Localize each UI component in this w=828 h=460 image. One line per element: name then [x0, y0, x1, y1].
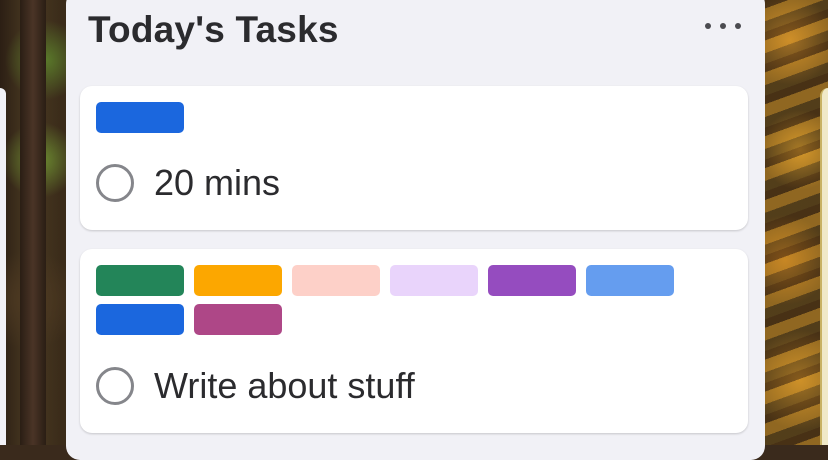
card-label — [390, 265, 478, 296]
ellipsis-icon — [705, 23, 711, 29]
complete-checkbox[interactable] — [96, 367, 134, 405]
card[interactable]: 20 mins — [80, 86, 748, 230]
card-label — [96, 102, 184, 133]
card-labels — [96, 265, 696, 335]
card-label — [194, 265, 282, 296]
card-label — [292, 265, 380, 296]
card[interactable]: Write about stuff — [80, 249, 748, 433]
card-label — [96, 304, 184, 335]
complete-checkbox[interactable] — [96, 164, 134, 202]
card-label — [96, 265, 184, 296]
card-label — [194, 304, 282, 335]
next-list-edge — [820, 88, 828, 445]
card-label — [586, 265, 674, 296]
card-labels — [96, 102, 696, 133]
card-title: Write about stuff — [154, 365, 415, 406]
card-label — [488, 265, 576, 296]
list-more-options-button[interactable] — [703, 14, 743, 38]
ellipsis-icon — [720, 23, 726, 29]
card-title: 20 mins — [154, 162, 281, 203]
previous-list-edge — [0, 88, 6, 445]
list-column: Today's Tasks 20 mins Write about stuff — [66, 0, 765, 460]
list-title[interactable]: Today's Tasks — [88, 9, 339, 51]
card-title-row: 20 mins — [96, 162, 280, 204]
card-title-row: Write about stuff — [96, 365, 415, 407]
ellipsis-icon — [735, 23, 741, 29]
